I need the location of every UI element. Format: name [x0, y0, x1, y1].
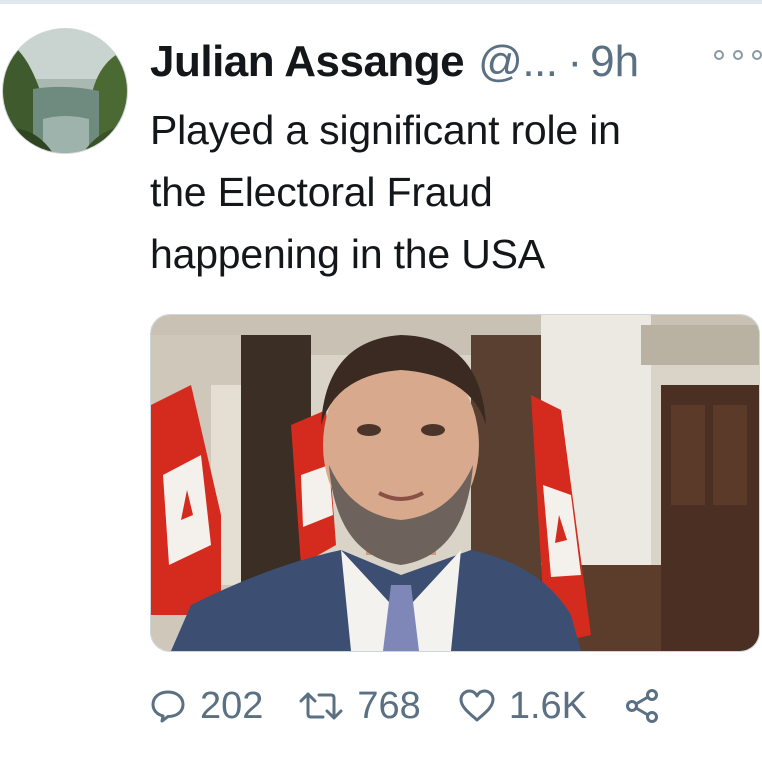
reply-icon: [151, 690, 185, 723]
tweet-text-line: Played a significant role in: [150, 107, 621, 153]
reply-button[interactable]: 202: [150, 685, 263, 728]
heart-icon: [459, 689, 495, 722]
more-dot: [752, 50, 762, 60]
more-options-icon[interactable]: [714, 40, 762, 70]
like-count: 1.6K: [508, 684, 587, 727]
tweet-text-line: the Electoral Fraud: [150, 169, 493, 215]
tweet-text: Played a significant role in the Elector…: [150, 99, 750, 285]
retweet-button[interactable]: 768: [299, 684, 421, 728]
separator-dot: ·: [567, 37, 583, 86]
avatar[interactable]: [2, 28, 128, 154]
share-button[interactable]: [625, 689, 659, 723]
top-divider: [0, 0, 762, 4]
author-name[interactable]: Julian Assange: [150, 30, 465, 94]
tweet-header: Julian Assange @... · 9h: [150, 30, 639, 94]
more-dot: [714, 50, 724, 60]
share-icon: [625, 689, 658, 723]
like-button[interactable]: 1.6K: [459, 685, 587, 728]
landscape-avatar-icon: [3, 29, 127, 153]
author-handle[interactable]: @...: [478, 30, 558, 94]
more-dot: [733, 50, 743, 60]
timestamp[interactable]: 9h: [590, 30, 639, 94]
tweet-text-line: happening in the USA: [150, 231, 545, 277]
retweet-icon: [299, 692, 343, 720]
retweet-count: 768: [357, 684, 421, 727]
tweet-media-photo[interactable]: [150, 314, 760, 652]
reply-count: 202: [200, 684, 264, 727]
photo-image: [151, 315, 759, 651]
tweet-actions: 202 768 1.6K: [150, 676, 762, 736]
